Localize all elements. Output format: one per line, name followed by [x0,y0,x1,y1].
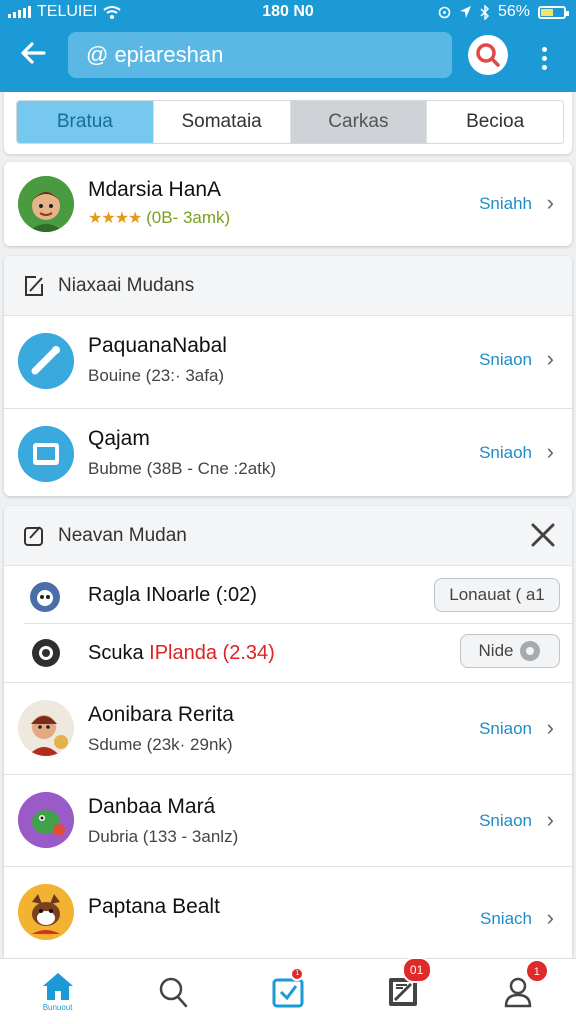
avatar [18,884,74,940]
contact-row[interactable]: Mdarsia HanA ★★★★ (0B- 3amk) Sniahh › [4,162,572,246]
edit-box-icon [25,276,43,296]
section-card-2: Neavan Mudan Ragla INoarle (:02) Lonauat… [4,506,572,958]
settings-icon [520,641,541,661]
section-card-1: Niaxaai Mudans PaquanaNabal Bouine (23:·… [4,256,572,496]
search-button[interactable] [468,35,508,75]
search-icon [476,43,500,67]
section-header: Neavan Mudan [4,506,572,566]
section-title: Niaxaai Mudans [58,275,195,296]
bluetooth-icon [480,4,490,20]
camera-avatar-icon [32,639,60,667]
alarm-icon [438,6,451,18]
avatar [18,792,74,848]
profile-badge: 1 [524,959,549,983]
battery-icon [538,5,569,19]
tab-profile[interactable]: 1 [461,959,576,1024]
request-name: Scuka IPlanda (2.34) [88,642,275,665]
avatar [18,333,74,389]
item-name: Qajam [88,427,150,450]
list-item[interactable]: Qajam Bubme (38B - Cne :2atk) Sniaoh › [4,409,572,496]
hide-button-label: Nide [478,641,514,660]
list-item[interactable]: Aonibara Rerita Sdume (23k· 29nk) Sniaon… [4,683,572,775]
tab-home-label: Bunuout [42,1003,73,1012]
segment-tab-2[interactable]: Somataia [153,101,291,143]
home-icon [42,973,73,1000]
search-field[interactable] [68,32,452,78]
chevron-right-icon: › [546,190,554,215]
segmented-control: Bratua Somataia Carkas Becioa [16,100,564,144]
app-bar: TELUIEI 180 N0 56% [0,0,576,92]
item-subtitle: Dubria (133 - 3anlz) [88,827,239,846]
segment-tab-1[interactable]: Bratua [17,101,154,143]
item-action-link[interactable]: Sniaon [479,811,532,831]
request-action-button[interactable]: Lonauat ( a1 [434,578,560,612]
list-item[interactable]: Danbaa Mará Dubria (133 - 3anlz) Sniaon … [4,775,572,867]
item-subtitle: Sdume (23k· 29nk) [88,735,233,754]
request-name-first: Scuka [88,642,144,664]
bottom-nav: Bunuout 1 01 1 [0,957,576,1024]
contact-action-link[interactable]: Sniahh [479,194,532,214]
item-name: Danbaa Mará [88,795,216,818]
item-action-link[interactable]: Sniaon [479,350,532,370]
tab-tasks[interactable]: 01 [346,957,461,1024]
chevron-right-icon: › [546,346,554,371]
rating-text: (0B- 3amk) [146,208,231,227]
tasks-badge: 01 [401,957,432,983]
request-row: Scuka IPlanda (2.34) Nide [4,624,572,682]
segment-tab-3[interactable]: Carkas [290,101,428,143]
rating-stars: ★★★★ [88,210,142,227]
tab-home[interactable]: Bunuout [0,959,115,1024]
section-title: Neavan Mudan [58,525,187,546]
item-action-link[interactable]: Sniach [480,909,532,929]
chevron-right-icon: › [546,807,554,832]
item-subtitle: Bouine (23:· 3afa) [88,366,225,385]
tab-inbox[interactable]: 1 [230,959,345,1024]
item-name: PaquanaNabal [88,334,227,357]
section-header: Niaxaai Mudans [4,256,572,316]
chevron-right-icon: › [546,715,554,740]
list-item[interactable]: Paptana Bealt Sniach › [4,867,572,958]
item-subtitle: Bubme (38B - Cne :2atk) [88,459,277,478]
search-input[interactable] [86,42,426,68]
request-name: Ragla INoarle (:02) [88,584,257,606]
avatar [18,176,74,232]
tab-search[interactable] [115,959,230,1024]
request-name-highlight: IPlanda (2.34) [149,642,275,664]
battery-percent: 56% [497,3,530,20]
contact-rating: ★★★★ (0B- 3amk) [88,208,230,228]
status-bar: TELUIEI 180 N0 56% [0,0,576,26]
list-item[interactable]: PaquanaNabal Bouine (23:· 3afa) Sniaon › [4,316,572,408]
segment-tab-4[interactable]: Becioa [427,101,563,143]
request-row: Ragla INoarle (:02) Lonauat ( a1 [4,566,572,624]
item-name: Aonibara Rerita [88,703,234,726]
hide-button[interactable]: Nide [460,634,560,668]
close-icon[interactable] [528,520,558,550]
segment-bar: Bratua Somataia Carkas Becioa [4,92,572,154]
avatar [18,426,74,482]
item-action-link[interactable]: Sniaon [479,719,532,739]
search-icon [159,977,188,1007]
contact-name: Mdarsia HanA [88,178,222,201]
edit-box-icon [24,526,43,546]
chevron-right-icon: › [546,905,554,930]
item-name: Paptana Bealt [88,895,220,918]
top-contact-card[interactable]: Mdarsia HanA ★★★★ (0B- 3amk) Sniahh › [4,162,572,246]
item-action-link[interactable]: Sniaoh [479,443,532,463]
chevron-right-icon: › [546,439,554,464]
back-arrow-icon[interactable] [18,38,54,74]
more-options-button[interactable] [530,38,558,78]
robot-avatar-icon [30,582,60,612]
avatar [18,700,74,756]
location-icon [459,6,471,18]
